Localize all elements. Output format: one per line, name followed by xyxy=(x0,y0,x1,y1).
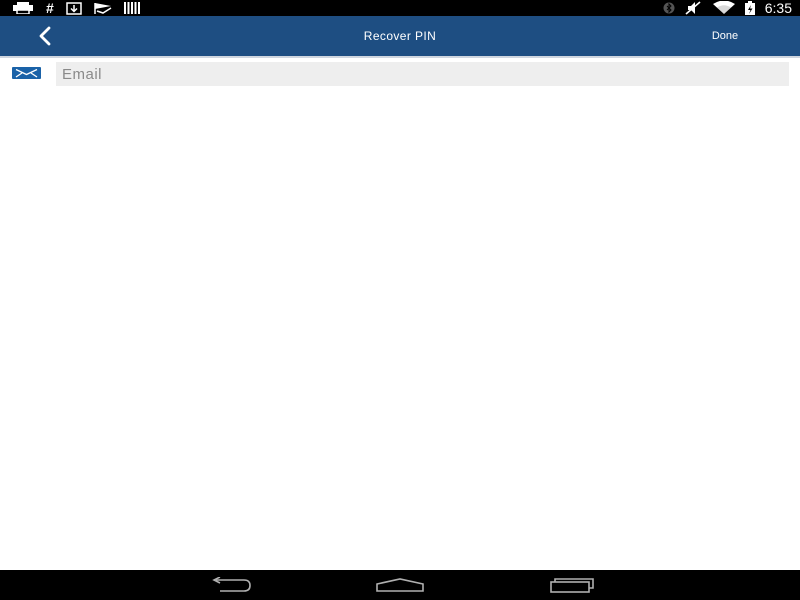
hash-icon: # xyxy=(46,0,54,16)
mute-icon xyxy=(685,1,701,15)
battery-charging-icon xyxy=(744,1,755,15)
action-bar: Recover PIN Done xyxy=(0,16,800,58)
email-field[interactable] xyxy=(56,62,789,86)
back-button[interactable] xyxy=(30,22,60,50)
printer-icon xyxy=(13,2,33,14)
recents-nav-icon xyxy=(550,578,594,593)
page-title: Recover PIN xyxy=(363,29,437,43)
status-bar: # 6:35 xyxy=(0,0,800,16)
wifi-icon xyxy=(712,1,735,14)
nav-home-button[interactable] xyxy=(360,570,440,600)
home-nav-icon xyxy=(376,578,424,592)
nav-back-button[interactable] xyxy=(189,570,269,600)
barcode-icon xyxy=(123,2,140,14)
back-nav-icon xyxy=(212,577,251,592)
download-icon xyxy=(66,1,82,15)
status-bar-notifications: # xyxy=(12,0,140,16)
navigation-bar xyxy=(0,570,800,600)
bluetooth-icon xyxy=(663,2,675,14)
status-time: 6:35 xyxy=(764,0,792,16)
done-button[interactable]: Done xyxy=(700,16,750,56)
nav-recents-button[interactable] xyxy=(532,570,612,600)
checkbox-flag-icon xyxy=(94,3,112,14)
envelope-icon xyxy=(12,67,41,79)
email-row xyxy=(0,58,800,90)
status-bar-system: 6:35 xyxy=(663,0,792,16)
chevron-left-icon xyxy=(39,26,51,46)
